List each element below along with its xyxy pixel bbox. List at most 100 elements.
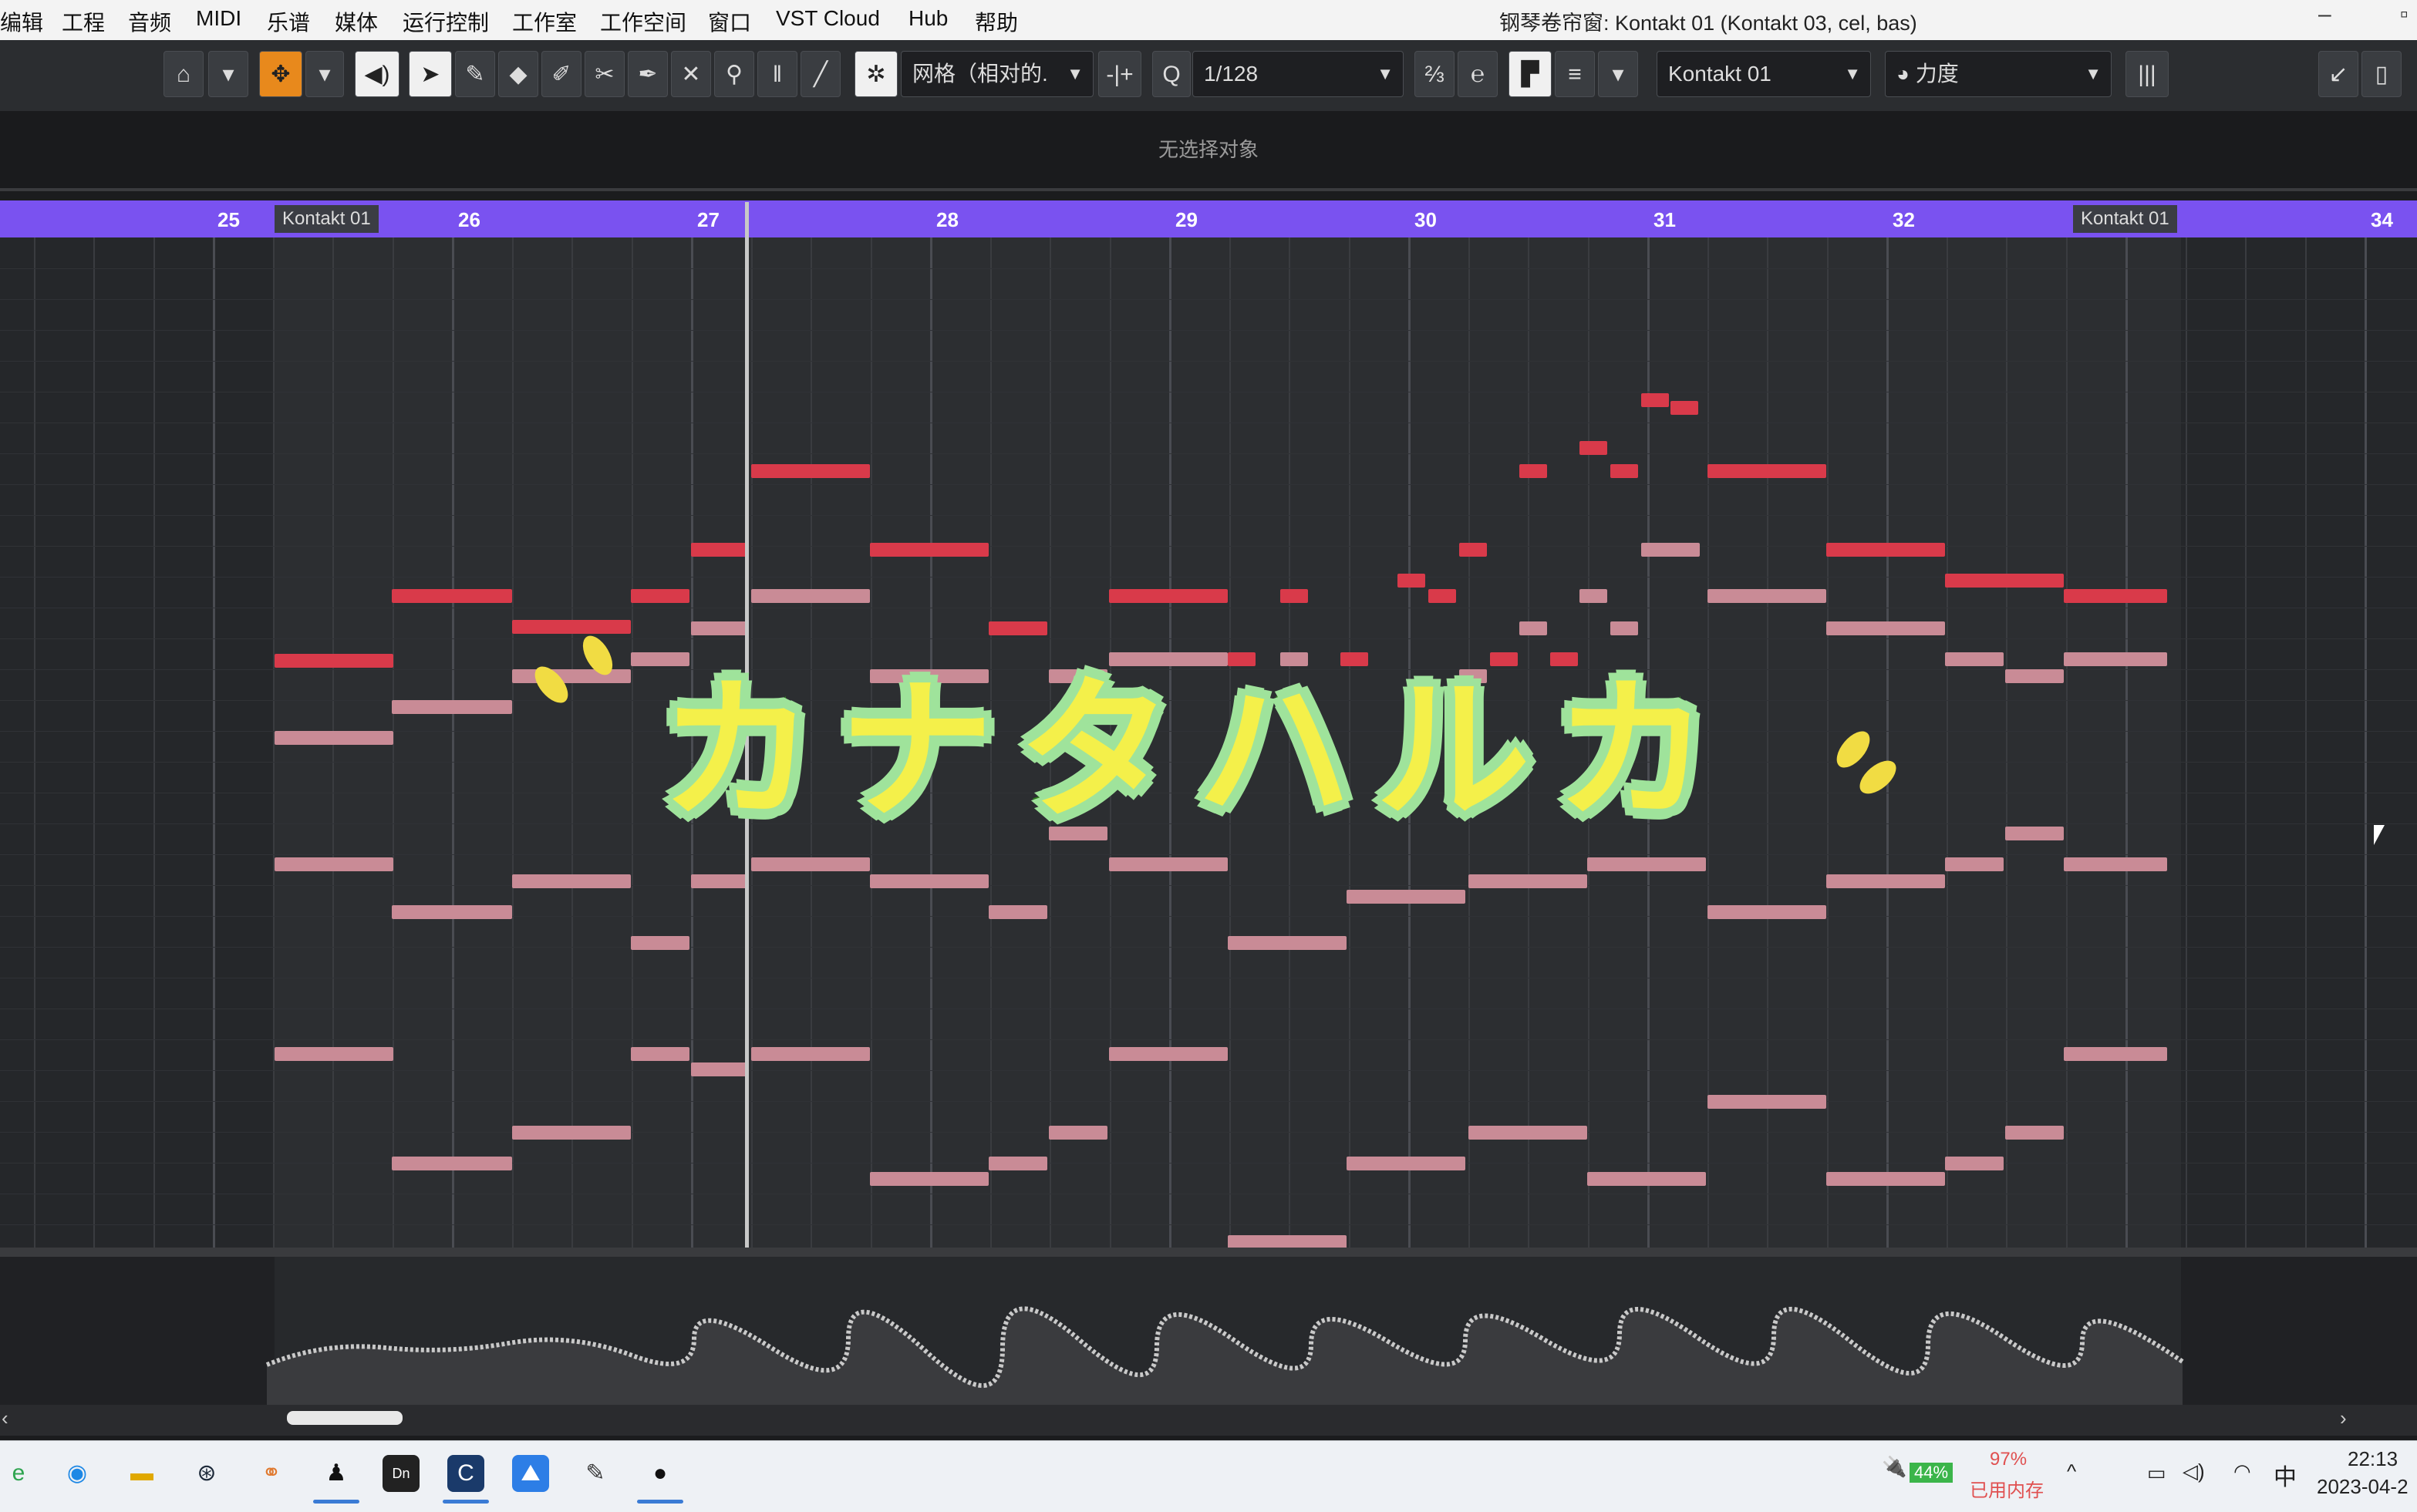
midi-note[interactable] [1228,1235,1347,1248]
midi-note[interactable] [2064,1047,2167,1061]
midi-note[interactable] [1347,890,1465,904]
line-icon[interactable]: ╱ [801,51,841,97]
split-icon[interactable]: ✂ [585,51,625,97]
dropdown-icon[interactable]: ▾ [1598,51,1638,97]
midi-note[interactable] [1587,857,1706,871]
midi-note[interactable] [512,874,631,888]
midi-note[interactable] [691,543,747,557]
midi-note[interactable] [1579,441,1607,455]
midi-note[interactable] [2005,1126,2064,1140]
grid-type-select[interactable]: 网格（相对的. ▼ [901,51,1094,97]
midi-note[interactable] [870,1172,989,1186]
midi-note[interactable] [1428,589,1456,603]
midi-note[interactable] [1347,1157,1465,1170]
menu-transport[interactable]: 运行控制 [403,6,489,37]
clock-time[interactable]: 22:13 [2348,1447,2398,1471]
midi-note[interactable] [392,700,512,714]
midi-note[interactable] [1826,1172,1945,1186]
snapshot-icon[interactable]: ⌂ [163,51,204,97]
qq-icon[interactable]: ♟ [318,1455,355,1492]
browser-icon[interactable]: e [0,1455,37,1492]
mute-icon[interactable]: ✕ [671,51,711,97]
menu-workspace[interactable]: 工作空间 [600,6,686,37]
midi-note[interactable] [512,620,631,634]
scroll-right-icon[interactable]: › [2340,1406,2347,1430]
midi-note[interactable] [275,654,393,668]
midi-note[interactable] [751,1047,870,1061]
midi-note[interactable] [2005,669,2064,683]
snap-icon[interactable]: ✲ [855,51,898,97]
midi-note[interactable] [2064,589,2167,603]
midi-note[interactable] [275,731,393,745]
ime-indicator[interactable]: 中 [2274,1458,2297,1492]
midi-note[interactable] [2064,857,2167,871]
paint-icon[interactable]: ✎ [577,1455,614,1492]
quantize-icon[interactable]: Q [1152,51,1191,97]
menu-project[interactable]: 工程 [62,6,105,37]
midi-note[interactable] [2005,827,2064,840]
midi-note[interactable] [1468,874,1587,888]
horizontal-scrollbar[interactable]: ‹ › [0,1405,2417,1436]
midi-note[interactable] [1519,621,1547,635]
link-icon[interactable]: ⚭ [253,1455,290,1492]
midi-note[interactable] [1049,1126,1107,1140]
pencil-icon[interactable]: ✎ [455,51,495,97]
midi-note[interactable] [512,1126,631,1140]
midi-note[interactable] [1945,652,2004,666]
terminal-icon[interactable]: Dn [383,1455,420,1492]
dropdown-icon[interactable]: ▾ [305,51,344,97]
zoom-icon[interactable]: ⚲ [714,51,754,97]
menu-score[interactable]: 乐谱 [267,6,310,37]
midi-note[interactable] [989,621,1047,635]
midi-note[interactable] [691,621,747,635]
midi-note[interactable] [512,669,631,683]
midi-note[interactable] [751,464,870,478]
photos-icon[interactable]: ⛰ [512,1455,549,1492]
eraser-icon[interactable]: ◆ [498,51,538,97]
midi-note[interactable] [1945,574,2064,588]
color-icon[interactable]: ▛ [1509,51,1552,97]
midi-note[interactable] [1826,543,1945,557]
midi-note[interactable] [1109,1047,1228,1061]
midi-note[interactable] [1280,589,1308,603]
midi-note[interactable] [751,857,870,871]
wifi-icon[interactable]: ◠ [2233,1460,2251,1483]
collapse-icon[interactable]: ↙ [2318,51,2358,97]
midi-note[interactable] [1610,621,1638,635]
menu-midi[interactable]: MIDI [196,6,241,31]
midi-note[interactable] [392,1157,512,1170]
volume-icon[interactable]: ◁) [2183,1460,2205,1483]
transpose-icon[interactable]: ✥ [259,51,302,97]
menu-vst-cloud[interactable]: VST Cloud [776,6,880,31]
midi-note[interactable] [631,1047,689,1061]
controller-select[interactable]: ◕ 力度 ▼ [1885,51,2112,97]
iterative-icon[interactable]: ℮ [1458,51,1498,97]
scroll-thumb[interactable] [287,1411,403,1425]
midi-note[interactable] [1109,589,1228,603]
midi-note[interactable] [1109,857,1228,871]
chevron-up-icon[interactable]: ^ [2067,1460,2076,1483]
trim-icon[interactable]: ✐ [541,51,581,97]
midi-note[interactable] [1670,401,1698,415]
midi-note[interactable] [989,1157,1047,1170]
midi-note[interactable] [989,905,1047,919]
scroll-left-icon[interactable]: ‹ [2,1406,8,1430]
midi-note[interactable] [1707,464,1826,478]
file-explorer-icon[interactable]: ▬ [123,1455,160,1492]
midi-note[interactable] [1826,874,1945,888]
layout-icon[interactable]: ▯ [2361,51,2402,97]
midi-note[interactable] [1707,905,1826,919]
glue-icon[interactable]: ✒ [628,51,668,97]
velocity-lane[interactable] [0,1257,2417,1405]
pointer-icon[interactable]: ➤ [409,51,452,97]
lanes-icon[interactable]: ≡ [1555,51,1595,97]
menu-hub[interactable]: Hub [908,6,948,31]
midi-note[interactable] [1707,589,1826,603]
steam-icon[interactable]: ⊛ [188,1455,225,1492]
midi-note[interactable] [2064,652,2167,666]
bar-ruler[interactable]: 25 Kontakt 01 26 27 28 29 30 31 32 Konta… [0,200,2417,237]
network-icon[interactable]: ▭ [2147,1461,2166,1485]
midi-note[interactable] [1579,589,1607,603]
menu-audio[interactable]: 音频 [128,6,171,37]
midi-note[interactable] [870,543,989,557]
